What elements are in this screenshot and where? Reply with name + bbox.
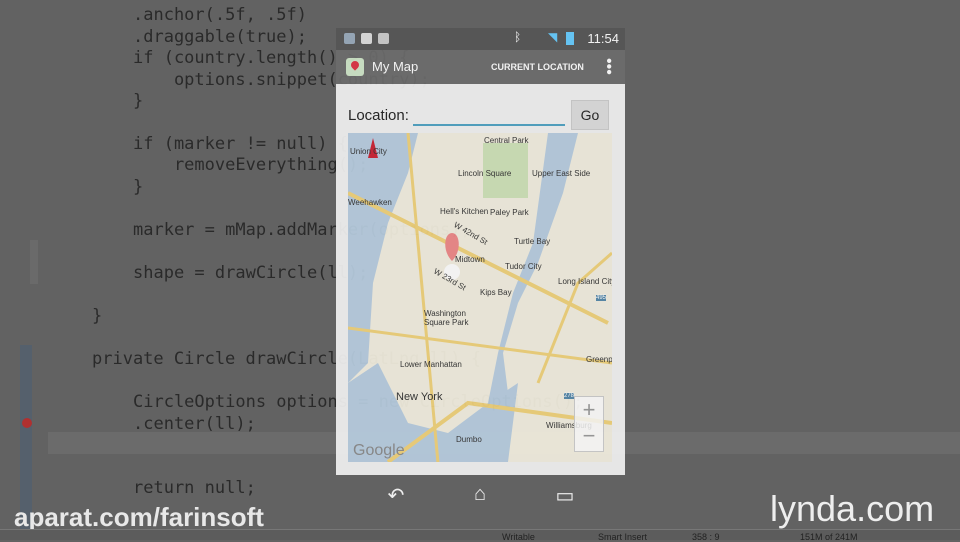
- map-label: Lincoln Square: [458, 169, 512, 178]
- map-label: Turtle Bay: [514, 237, 551, 246]
- map-label: Washington Square Park: [424, 309, 469, 327]
- map-label: Greenpoint: [586, 355, 612, 364]
- action-bar: My Map CURRENT LOCATION •••: [336, 50, 625, 84]
- status-memory[interactable]: 151M of 241M: [800, 532, 858, 542]
- map-label: Central Park: [484, 136, 529, 145]
- android-icon: [378, 33, 389, 44]
- brand-logo: lynda.com: [770, 488, 935, 529]
- store-icon: [361, 33, 372, 44]
- code-line: removeEverything();: [133, 155, 369, 175]
- status-writable: Writable: [502, 532, 535, 542]
- map-app-icon: [346, 58, 364, 76]
- home-button[interactable]: ⌂: [466, 483, 494, 505]
- zoom-in-button[interactable]: +: [575, 397, 603, 423]
- google-attribution: Google: [353, 442, 405, 459]
- editor-scroll-marker: [30, 240, 38, 284]
- map-label: Lower Manhattan: [400, 360, 462, 369]
- code-line: .center(ll);: [133, 414, 256, 434]
- map-label: Midtown: [455, 255, 485, 264]
- map-label: Weehawken: [348, 198, 392, 207]
- map-label: New York: [396, 391, 443, 403]
- code-line: }: [133, 91, 144, 111]
- code-line: shape = drawCircle(ll);: [133, 263, 369, 283]
- map-tiles: [348, 133, 612, 462]
- highway-shield: 495: [596, 295, 607, 301]
- app-title: My Map: [372, 59, 419, 74]
- battery-icon: [566, 32, 574, 45]
- map-zoom-controls: + −: [574, 396, 604, 452]
- code-line: if (marker != null) {: [133, 134, 348, 154]
- map-label: Paley Park: [490, 208, 529, 217]
- zoom-out-button[interactable]: −: [575, 423, 603, 449]
- wifi-icon: ◥: [548, 30, 558, 44]
- map-label: Union City: [350, 147, 387, 156]
- map-label: Hell's Kitchen: [440, 207, 489, 216]
- map-label: Long Island City: [558, 277, 612, 286]
- map-view[interactable]: Union City Central Park Lincoln Square U…: [348, 133, 612, 462]
- highway-shield: 278: [564, 393, 575, 399]
- error-icon[interactable]: [22, 418, 32, 428]
- status-time: 11:54: [587, 31, 619, 46]
- code-line: .anchor(.5f, .5f): [133, 5, 307, 25]
- android-status-bar: ᛒ ◥ 11:54: [336, 28, 625, 50]
- code-line: }: [133, 177, 144, 197]
- back-button[interactable]: ↶: [382, 483, 410, 507]
- ide-status-bar: Writable Smart Insert 358 : 9 151M of 24…: [0, 529, 960, 542]
- map-label: Kips Bay: [480, 288, 512, 297]
- location-label: Location:: [348, 107, 409, 124]
- status-cursor-position: 358 : 9: [692, 532, 720, 542]
- recents-button[interactable]: ▭: [551, 483, 579, 507]
- current-location-button[interactable]: CURRENT LOCATION: [491, 62, 584, 72]
- code-line: return null;: [133, 478, 256, 498]
- emulator-screen: ᛒ ◥ 11:54 My Map CURRENT LOCATION ••• Lo…: [336, 28, 625, 475]
- overflow-menu-icon[interactable]: •••: [600, 58, 617, 75]
- map-label: Dumbo: [456, 435, 482, 444]
- go-button[interactable]: Go: [571, 100, 609, 130]
- code-line: .draggable(true);: [133, 27, 307, 47]
- notification-icon: [344, 33, 355, 44]
- code-line: }: [92, 306, 103, 326]
- map-label: Upper East Side: [532, 169, 591, 178]
- bluetooth-icon: ᛒ: [514, 30, 522, 44]
- location-input[interactable]: [413, 106, 565, 126]
- status-insert-mode: Smart Insert: [598, 532, 648, 542]
- map-label: Tudor City: [505, 262, 542, 271]
